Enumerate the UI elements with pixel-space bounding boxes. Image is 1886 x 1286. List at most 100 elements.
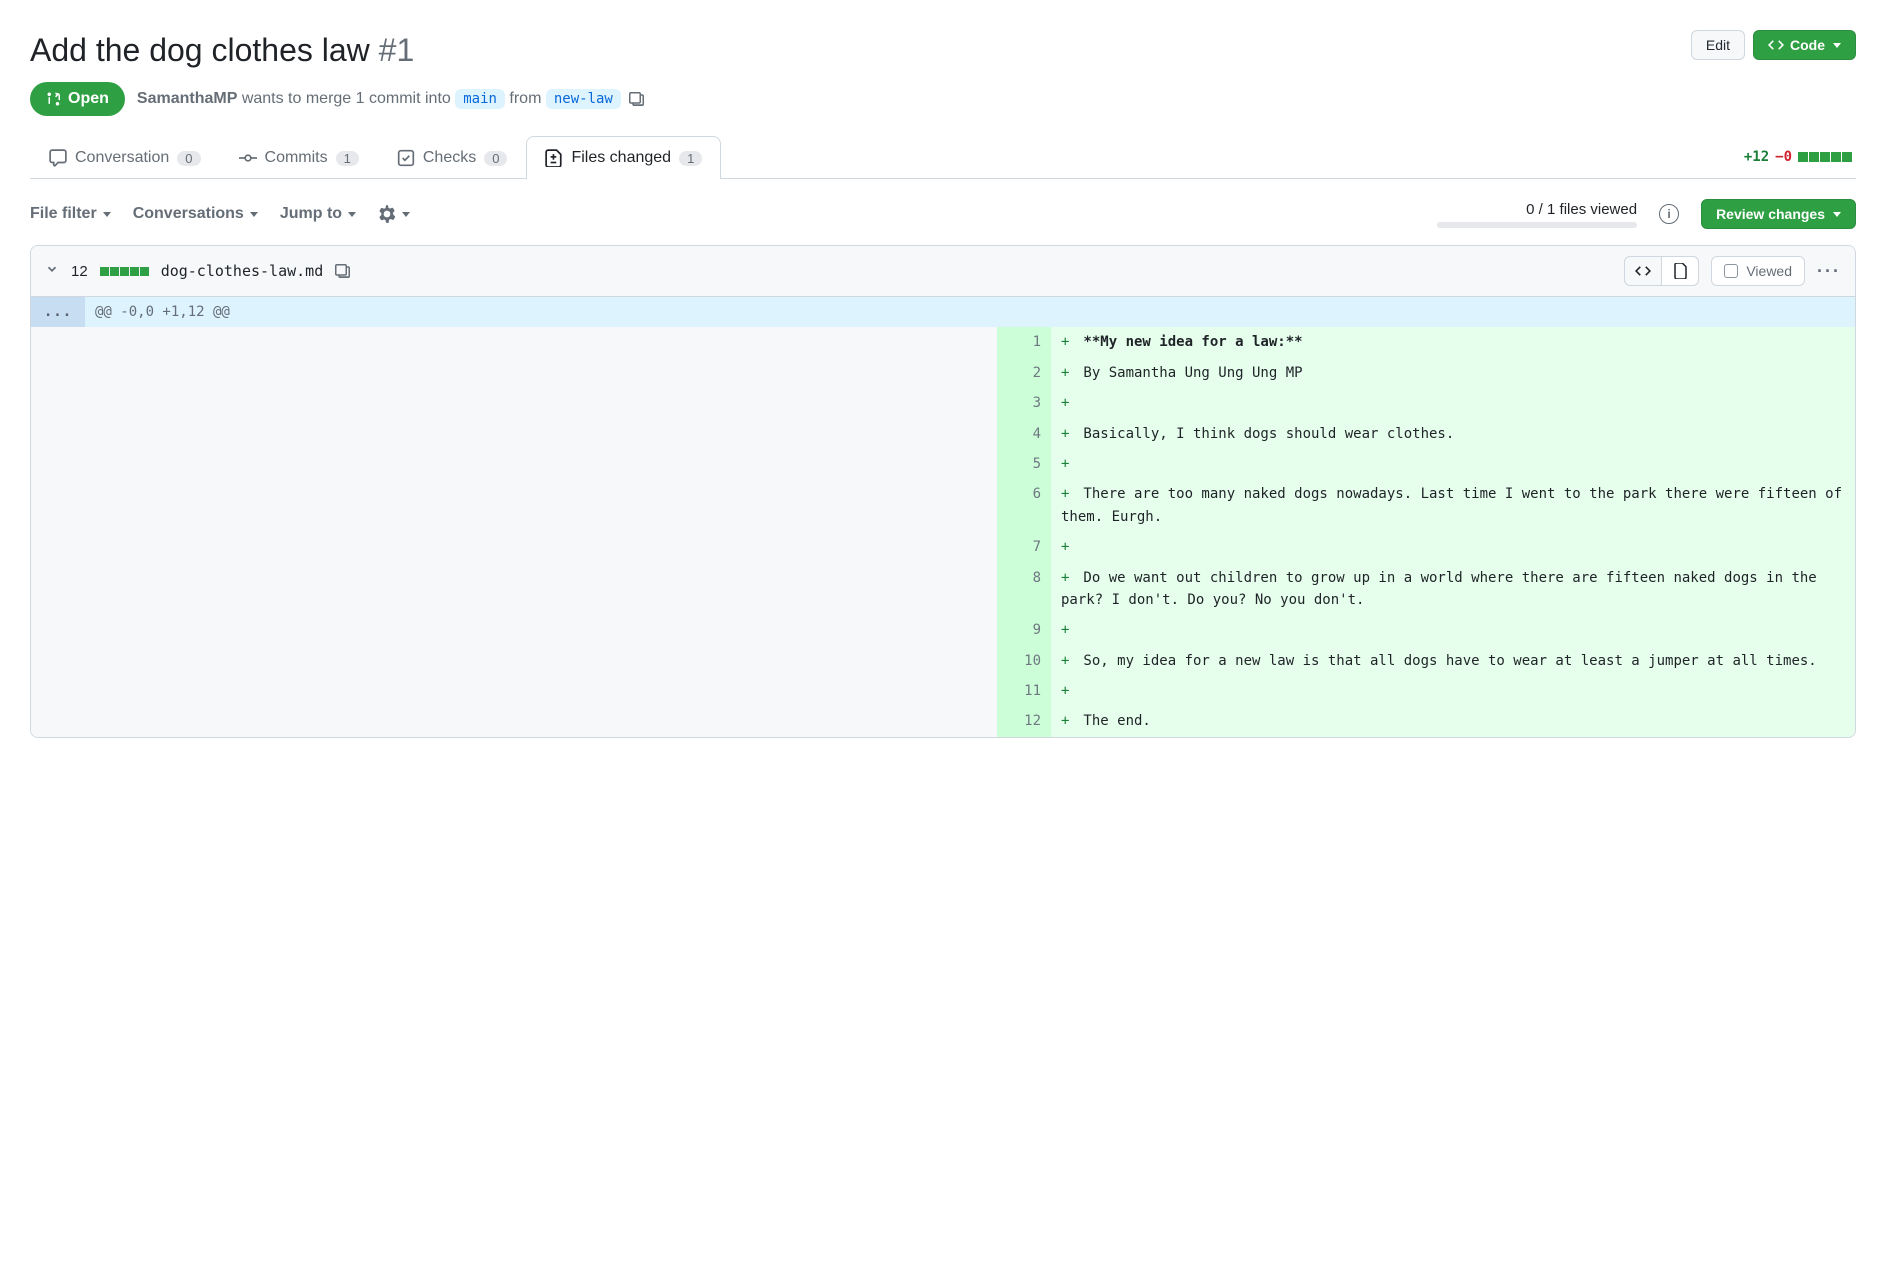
line-number-old — [31, 646, 85, 676]
gear-icon — [378, 205, 396, 223]
line-number-new[interactable]: 1 — [997, 327, 1051, 357]
expand-hunk-button[interactable]: ... — [31, 297, 85, 327]
diff-line: 7+ — [31, 532, 1855, 562]
merge-text: wants to merge 1 commit into — [242, 90, 451, 107]
line-number-old — [31, 615, 85, 645]
line-number-new[interactable]: 11 — [997, 676, 1051, 706]
code-cell-new[interactable]: + — [1051, 532, 1855, 562]
line-number-old — [31, 706, 85, 736]
diff-line: 8+ Do we want out children to grow up in… — [31, 563, 1855, 616]
code-cell-new[interactable]: + Do we want out children to grow up in … — [1051, 563, 1855, 616]
line-number-new[interactable]: 6 — [997, 479, 1051, 532]
jump-to-dropdown[interactable]: Jump to — [280, 205, 356, 223]
diff-line: 1+ **My new idea for a law:** — [31, 327, 1855, 357]
diff-line: 5+ — [31, 449, 1855, 479]
line-number-new[interactable]: 5 — [997, 449, 1051, 479]
line-number-old — [31, 479, 85, 532]
edit-button[interactable]: Edit — [1691, 30, 1745, 60]
code-button[interactable]: Code — [1753, 30, 1856, 60]
code-cell-old — [85, 449, 997, 479]
caret-down-icon — [1833, 43, 1841, 48]
chevron-down-icon[interactable] — [45, 262, 59, 280]
rendered-view-button[interactable] — [1661, 256, 1699, 286]
line-number-new[interactable]: 12 — [997, 706, 1051, 736]
line-number-new[interactable]: 9 — [997, 615, 1051, 645]
copy-path-icon[interactable] — [335, 263, 351, 279]
diff-line: 9+ — [31, 615, 1855, 645]
tab-checks[interactable]: Checks 0 — [378, 136, 527, 179]
code-cell-new[interactable]: + The end. — [1051, 706, 1855, 736]
code-cell-old — [85, 388, 997, 418]
file-filter-dropdown[interactable]: File filter — [30, 205, 111, 223]
code-cell-old — [85, 532, 997, 562]
diff-line: 10+ So, my idea for a new law is that al… — [31, 646, 1855, 676]
code-cell-old — [85, 563, 997, 616]
file-name[interactable]: dog-clothes-law.md — [161, 262, 324, 280]
line-number-old — [31, 532, 85, 562]
code-cell-old — [85, 327, 997, 357]
from-text: from — [509, 90, 541, 107]
file-change-count: 12 — [71, 263, 88, 280]
file-diffstat-squares — [100, 267, 149, 276]
file-diff: 12 dog-clothes-law.md Viewed ··· ... @@ … — [30, 245, 1856, 738]
code-icon — [1635, 263, 1651, 279]
line-number-new[interactable]: 3 — [997, 388, 1051, 418]
file-diff-icon — [545, 149, 563, 167]
line-number-old — [31, 449, 85, 479]
checks-icon — [397, 149, 415, 167]
info-icon[interactable]: i — [1659, 204, 1679, 224]
title-text: Add the dog clothes law — [30, 32, 370, 68]
tab-commits[interactable]: Commits 1 — [220, 136, 378, 179]
author-link[interactable]: SamanthaMP — [137, 90, 237, 107]
code-cell-new[interactable]: + — [1051, 615, 1855, 645]
code-icon — [1768, 37, 1784, 53]
line-number-new[interactable]: 10 — [997, 646, 1051, 676]
tab-files-changed[interactable]: Files changed 1 — [526, 136, 721, 179]
code-cell-old — [85, 479, 997, 532]
line-number-old — [31, 676, 85, 706]
line-number-old — [31, 563, 85, 616]
viewed-toggle[interactable]: Viewed — [1711, 256, 1805, 286]
pull-request-icon — [46, 91, 62, 107]
review-changes-button[interactable]: Review changes — [1701, 199, 1856, 229]
code-cell-old — [85, 358, 997, 388]
code-cell-new[interactable]: + By Samantha Ung Ung Ung MP — [1051, 358, 1855, 388]
code-cell-old — [85, 419, 997, 449]
diff-line: 2+ By Samantha Ung Ung Ung MP — [31, 358, 1855, 388]
conversations-dropdown[interactable]: Conversations — [133, 205, 258, 223]
line-number-old — [31, 388, 85, 418]
line-number-new[interactable]: 7 — [997, 532, 1051, 562]
code-cell-new[interactable]: + So, my idea for a new law is that all … — [1051, 646, 1855, 676]
checkbox-icon — [1724, 264, 1738, 278]
line-number-new[interactable]: 2 — [997, 358, 1051, 388]
line-number-new[interactable]: 4 — [997, 419, 1051, 449]
issue-number: #1 — [379, 32, 415, 68]
diff-settings-dropdown[interactable] — [378, 205, 410, 223]
tab-conversation[interactable]: Conversation 0 — [30, 136, 220, 179]
code-cell-new[interactable]: + Basically, I think dogs should wear cl… — [1051, 419, 1855, 449]
line-number-new[interactable]: 8 — [997, 563, 1051, 616]
head-branch[interactable]: new-law — [546, 89, 621, 109]
hunk-header-text: @@ -0,0 +1,12 @@ — [85, 297, 1855, 327]
code-cell-new[interactable]: + There are too many naked dogs nowadays… — [1051, 479, 1855, 532]
state-badge: Open — [30, 82, 125, 116]
code-cell-old — [85, 676, 997, 706]
commit-icon — [239, 149, 257, 167]
file-icon — [1672, 263, 1688, 279]
code-cell-old — [85, 706, 997, 736]
code-cell-new[interactable]: + — [1051, 676, 1855, 706]
diff-line: 6+ There are too many naked dogs nowaday… — [31, 479, 1855, 532]
code-cell-new[interactable]: + **My new idea for a law:** — [1051, 327, 1855, 357]
diff-line: 12+ The end. — [31, 706, 1855, 736]
page-title: Add the dog clothes law #1 — [30, 30, 414, 70]
copy-icon[interactable] — [629, 91, 645, 107]
comment-icon — [49, 149, 67, 167]
line-number-old — [31, 419, 85, 449]
code-cell-new[interactable]: + — [1051, 449, 1855, 479]
diff-line: 4+ Basically, I think dogs should wear c… — [31, 419, 1855, 449]
file-menu-button[interactable]: ··· — [1817, 261, 1841, 282]
diff-line: 3+ — [31, 388, 1855, 418]
source-view-button[interactable] — [1624, 256, 1662, 286]
code-cell-new[interactable]: + — [1051, 388, 1855, 418]
base-branch[interactable]: main — [455, 89, 505, 109]
